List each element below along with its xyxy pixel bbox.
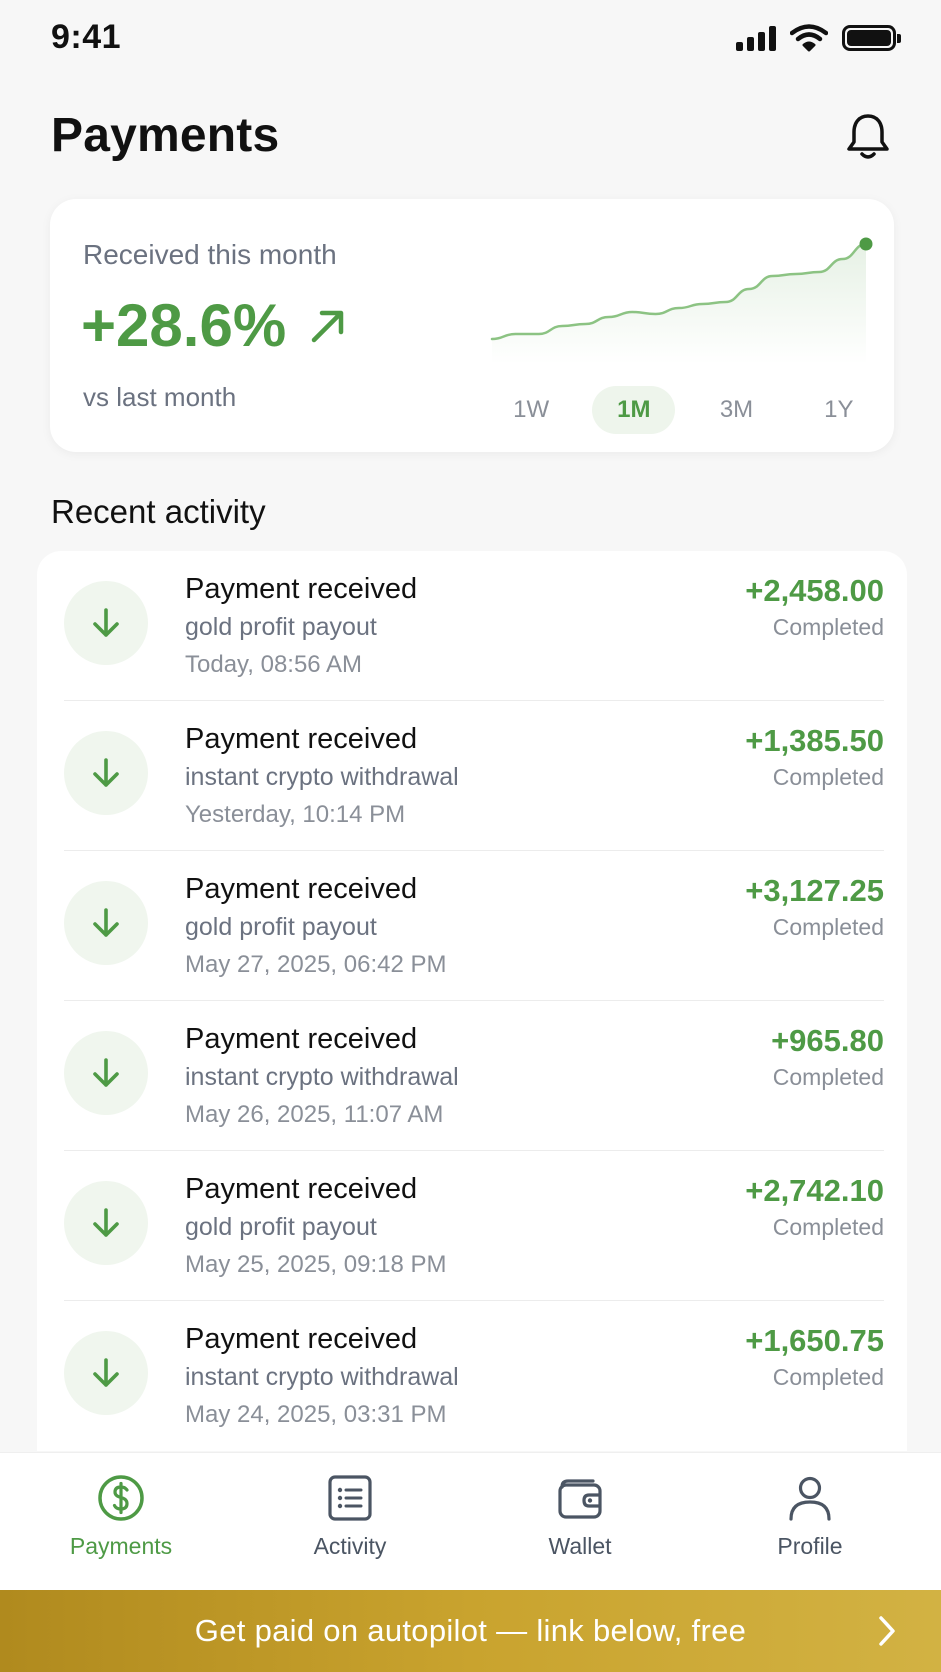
- tab-activity[interactable]: Activity: [250, 1473, 450, 1583]
- incoming-arrow-icon: [64, 1031, 148, 1115]
- row-title: Payment received: [185, 573, 418, 605]
- promo-banner[interactable]: Get paid on autopilot — link below, free: [0, 1590, 941, 1672]
- activity-row[interactable]: Payment received instant crypto withdrawa…: [64, 1301, 884, 1451]
- wallet-icon: [558, 1479, 602, 1519]
- tab-label: Wallet: [548, 1533, 612, 1559]
- incoming-arrow-icon: [64, 1181, 148, 1265]
- row-date: Today, 08:56 AM: [185, 651, 362, 678]
- summary-comparison: vs last month: [83, 382, 237, 412]
- row-title: Payment received: [185, 1323, 418, 1355]
- person-icon: [789, 1476, 831, 1521]
- incoming-arrow-icon: [64, 881, 148, 965]
- range-tab-1y[interactable]: 1Y: [788, 386, 890, 434]
- row-description: gold profit payout: [185, 613, 377, 641]
- range-tab-1w[interactable]: 1W: [480, 386, 582, 434]
- activity-row[interactable]: Payment received gold profit payout Today,…: [64, 551, 884, 701]
- tab-payments[interactable]: Payments: [21, 1473, 221, 1583]
- wifi-icon: [790, 24, 828, 52]
- row-description: instant crypto withdrawal: [185, 1063, 459, 1091]
- bottom-tab-bar: Payments Activity Wallet Profile: [0, 1452, 941, 1590]
- row-amount: +3,127.25: [745, 873, 884, 908]
- row-title: Payment received: [185, 1173, 418, 1205]
- status-bar: 9:41: [0, 0, 941, 80]
- row-status: Completed: [772, 614, 884, 640]
- row-description: instant crypto withdrawal: [185, 763, 459, 791]
- range-tab-1m[interactable]: 1M: [592, 386, 676, 434]
- row-date: May 27, 2025, 06:42 PM: [185, 951, 447, 978]
- row-title: Payment received: [185, 873, 418, 905]
- activity-row[interactable]: Payment received instant crypto withdrawa…: [64, 1001, 884, 1151]
- row-amount: +965.80: [771, 1023, 884, 1058]
- status-time: 9:41: [51, 18, 122, 56]
- row-date: May 26, 2025, 11:07 AM: [185, 1101, 444, 1128]
- range-tab-3m[interactable]: 3M: [685, 386, 787, 434]
- row-amount: +2,742.10: [745, 1173, 884, 1208]
- sparkline-area: [492, 244, 866, 364]
- row-date: May 25, 2025, 09:18 PM: [185, 1251, 447, 1278]
- row-description: gold profit payout: [185, 913, 377, 941]
- tab-label: Activity: [313, 1533, 387, 1559]
- row-date: May 24, 2025, 03:31 PM: [185, 1401, 447, 1428]
- activity-row[interactable]: Payment received instant crypto withdrawa…: [64, 701, 884, 851]
- notifications-button[interactable]: [840, 108, 896, 166]
- list-icon: [328, 1475, 372, 1521]
- battery-icon: [842, 25, 901, 51]
- cellular-signal-icon: [736, 25, 776, 51]
- page-title: Payments: [51, 109, 280, 162]
- trend-sparkline: [490, 237, 873, 364]
- summary-percent: +28.6%: [81, 292, 287, 359]
- row-status: Completed: [772, 1064, 884, 1090]
- row-title: Payment received: [185, 723, 418, 755]
- row-description: gold profit payout: [185, 1213, 377, 1241]
- status-icons: [736, 24, 901, 52]
- row-title: Payment received: [185, 1023, 418, 1055]
- bell-icon: [847, 114, 889, 159]
- incoming-arrow-icon: [64, 581, 148, 665]
- tab-label: Payments: [69, 1533, 173, 1559]
- row-amount: +2,458.00: [745, 573, 884, 608]
- incoming-arrow-icon: [64, 1331, 148, 1415]
- summary-card: Received this month +28.6% vs last month…: [50, 199, 894, 452]
- summary-value-row: +28.6%: [81, 291, 348, 360]
- row-amount: +1,650.75: [745, 1323, 884, 1358]
- tab-label: Profile: [777, 1533, 843, 1559]
- row-status: Completed: [772, 1364, 884, 1390]
- sparkline-endpoint: [859, 237, 873, 251]
- dollar-circle-icon: [98, 1475, 144, 1521]
- chevron-right-icon: [879, 1616, 895, 1646]
- row-status: Completed: [772, 1214, 884, 1240]
- activity-row[interactable]: Payment received gold profit payout May 25…: [64, 1151, 884, 1301]
- tab-profile[interactable]: Profile: [710, 1473, 910, 1583]
- tab-wallet[interactable]: Wallet: [480, 1473, 680, 1583]
- summary-label: Received this month: [83, 239, 337, 270]
- activity-list: Payment received gold profit payout Today,…: [37, 551, 907, 1451]
- row-description: instant crypto withdrawal: [185, 1363, 459, 1391]
- promo-text: Get paid on autopilot — link below, free: [194, 1613, 747, 1648]
- range-selector: 1W 1M 3M 1Y: [480, 385, 890, 435]
- row-amount: +1,385.50: [745, 723, 884, 758]
- recent-activity-title: Recent activity: [51, 493, 266, 530]
- row-status: Completed: [772, 764, 884, 790]
- trend-up-arrow-icon: [311, 310, 344, 342]
- incoming-arrow-icon: [64, 731, 148, 815]
- row-status: Completed: [772, 914, 884, 940]
- activity-row[interactable]: Payment received gold profit payout May 27…: [64, 851, 884, 1001]
- row-date: Yesterday, 10:14 PM: [185, 801, 406, 828]
